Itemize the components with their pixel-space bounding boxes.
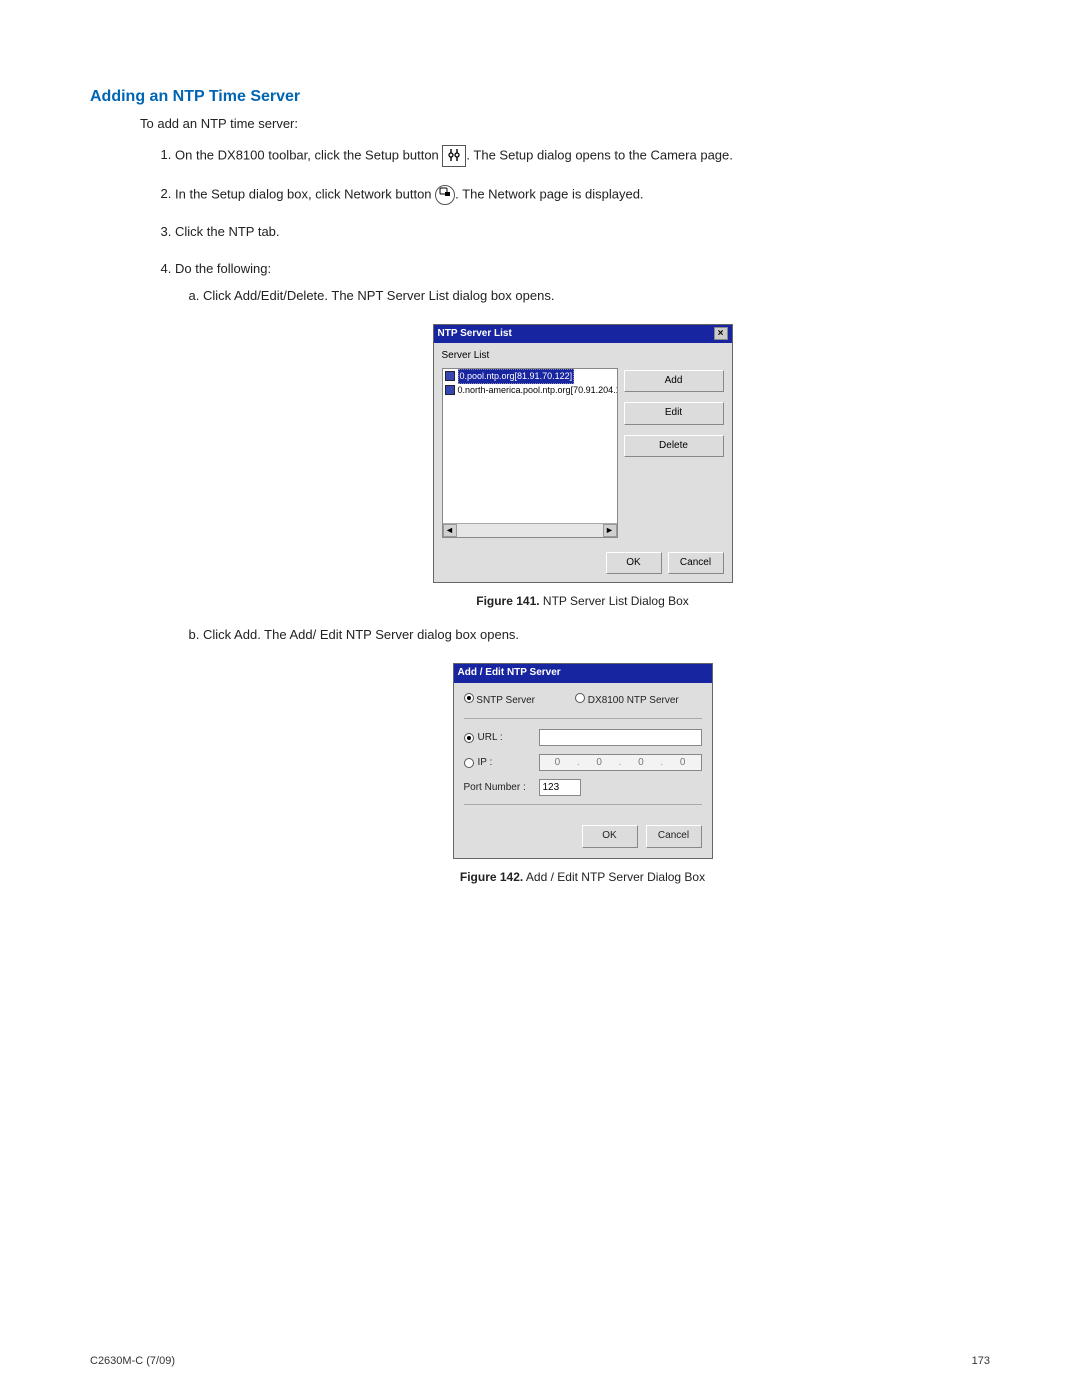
horizontal-scrollbar[interactable]: ◄ ► — [443, 523, 617, 537]
step-3: Click the NTP tab. — [175, 223, 990, 242]
edit-button[interactable]: Edit — [624, 402, 724, 425]
network-icon — [435, 185, 455, 205]
ip-seg: 0 — [581, 756, 617, 771]
close-icon[interactable]: × — [714, 327, 728, 340]
step-2-text-a: In the Setup dialog box, click Network b… — [175, 186, 432, 201]
caption-label: Figure 142. — [460, 870, 523, 884]
step-4-text: Do the following: — [175, 261, 271, 276]
ip-seg: 0 — [623, 756, 659, 771]
ip-seg: 0 — [540, 756, 576, 771]
radio-icon — [464, 758, 474, 768]
server-listbox[interactable]: 0.pool.ntp.org[81.91.70.122] 0.north-ame… — [442, 368, 618, 538]
add-button[interactable]: Add — [624, 370, 724, 393]
radio-icon — [464, 693, 474, 703]
sntp-radio-group[interactable]: SNTP Server — [464, 693, 536, 709]
dialog-title: NTP Server List — [438, 327, 512, 342]
substeps-cont: Click Add. The Add/ Edit NTP Server dial… — [203, 626, 990, 645]
substep-b: Click Add. The Add/ Edit NTP Server dial… — [203, 626, 990, 645]
footer-page-number: 173 — [972, 1355, 990, 1367]
dialog-titlebar: Add / Edit NTP Server — [454, 664, 712, 683]
setup-icon — [442, 145, 466, 167]
url-input[interactable] — [539, 729, 702, 746]
radio-icon — [464, 733, 474, 743]
list-item[interactable]: 0.north-america.pool.ntp.org[70.91.204.1 — [443, 384, 617, 397]
dx-radio-group[interactable]: DX8100 NTP Server — [575, 693, 679, 709]
server-list-label: Server List — [442, 349, 724, 364]
figure-142: Add / Edit NTP Server SNTP Server DX8100… — [175, 663, 990, 859]
figure-141: NTP Server List × Server List 0.pool.ntp… — [175, 324, 990, 584]
divider — [464, 718, 702, 719]
list-item-text: 0.north-america.pool.ntp.org[70.91.204.1 — [458, 384, 618, 397]
step-1: On the DX8100 toolbar, click the Setup b… — [175, 145, 990, 167]
step-4: Do the following: Click Add/Edit/Delete.… — [175, 260, 990, 886]
dialog-titlebar: NTP Server List × — [434, 325, 732, 344]
ip-seg: 0 — [665, 756, 701, 771]
footer-left: C2630M-C (7/09) — [90, 1355, 175, 1367]
radio-icon — [575, 693, 585, 703]
cancel-button[interactable]: Cancel — [646, 825, 702, 848]
scroll-left-icon[interactable]: ◄ — [443, 524, 457, 537]
figure-142-caption: Figure 142. Add / Edit NTP Server Dialog… — [175, 869, 990, 886]
ok-button[interactable]: OK — [606, 552, 662, 575]
server-icon — [445, 385, 455, 395]
substeps: Click Add/Edit/Delete. The NPT Server Li… — [203, 287, 990, 306]
sntp-label: SNTP Server — [476, 695, 535, 706]
list-item-text: 0.pool.ntp.org[81.91.70.122] — [458, 369, 575, 384]
page-footer: C2630M-C (7/09) 173 — [90, 1355, 990, 1367]
delete-button[interactable]: Delete — [624, 435, 724, 458]
step-1-text-b: . The Setup dialog opens to the Camera p… — [466, 147, 732, 162]
caption-text: Add / Edit NTP Server Dialog Box — [523, 870, 705, 884]
port-label: Port Number : — [464, 781, 539, 796]
intro-text: To add an NTP time server: — [140, 116, 990, 131]
url-radio-group[interactable]: URL : — [464, 731, 539, 746]
ip-label: IP : — [478, 756, 493, 771]
figure-141-caption: Figure 141. NTP Server List Dialog Box — [175, 593, 990, 610]
step-1-text-a: On the DX8100 toolbar, click the Setup b… — [175, 147, 439, 162]
ip-input[interactable]: 0. 0. 0. 0 — [539, 754, 702, 771]
cancel-button[interactable]: Cancel — [668, 552, 724, 575]
dx-label: DX8100 NTP Server — [588, 695, 679, 706]
add-edit-ntp-dialog: Add / Edit NTP Server SNTP Server DX8100… — [453, 663, 713, 859]
divider — [464, 804, 702, 805]
caption-text: NTP Server List Dialog Box — [540, 594, 689, 608]
ip-radio-group[interactable]: IP : — [464, 756, 539, 771]
substep-a: Click Add/Edit/Delete. The NPT Server Li… — [203, 287, 990, 306]
port-input[interactable] — [539, 779, 581, 796]
steps-list: On the DX8100 toolbar, click the Setup b… — [175, 145, 990, 886]
ok-button[interactable]: OK — [582, 825, 638, 848]
section-heading: Adding an NTP Time Server — [90, 88, 990, 106]
step-2-text-b: . The Network page is displayed. — [455, 186, 643, 201]
step-2: In the Setup dialog box, click Network b… — [175, 185, 990, 205]
server-icon — [445, 371, 455, 381]
list-item[interactable]: 0.pool.ntp.org[81.91.70.122] — [443, 369, 617, 384]
url-label: URL : — [478, 731, 503, 746]
caption-label: Figure 141. — [476, 594, 539, 608]
scroll-right-icon[interactable]: ► — [603, 524, 617, 537]
ntp-server-list-dialog: NTP Server List × Server List 0.pool.ntp… — [433, 324, 733, 584]
